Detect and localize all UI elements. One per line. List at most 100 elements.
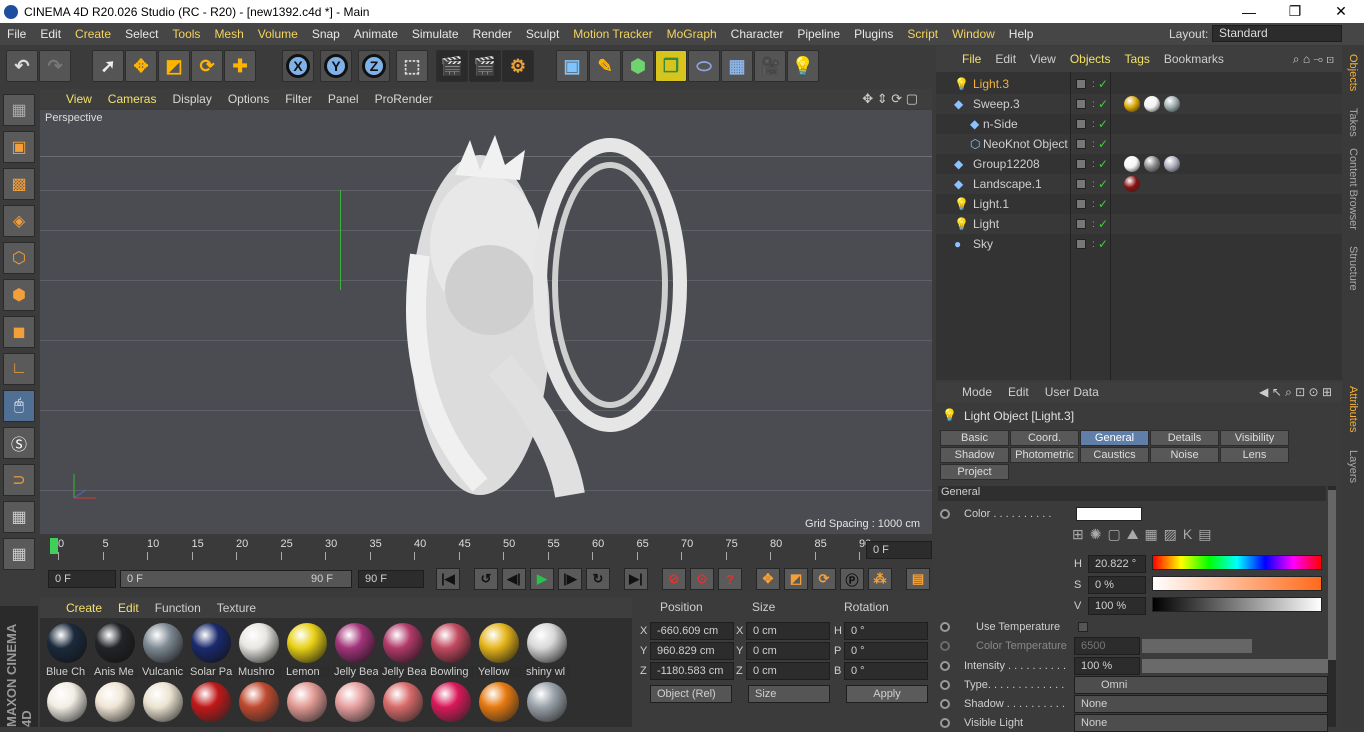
next-key-icon[interactable]: ↻ bbox=[586, 568, 610, 590]
material-preview-sphere[interactable] bbox=[527, 682, 567, 722]
tweak-mode-icon[interactable]: 🖱 bbox=[3, 390, 35, 422]
material-menu-edit[interactable]: Edit bbox=[118, 601, 139, 615]
position-field[interactable]: -1180.583 cm bbox=[650, 662, 734, 680]
render-settings-icon[interactable]: ⚙ bbox=[502, 50, 534, 82]
points-mode-icon[interactable]: ⬡ bbox=[3, 242, 35, 274]
material-preview-sphere[interactable] bbox=[383, 682, 423, 722]
shadow-anim-radio[interactable] bbox=[940, 699, 950, 709]
side-tab-takes[interactable]: Takes bbox=[1347, 108, 1359, 137]
color-swatch[interactable] bbox=[1076, 507, 1142, 521]
size-field[interactable]: 0 cm bbox=[746, 622, 830, 640]
visibility-toggle[interactable]: : bbox=[1092, 239, 1095, 250]
object-row[interactable]: 💡 Light.1: ✓ bbox=[936, 194, 1342, 214]
material-swatch[interactable]: Anis Me bbox=[92, 620, 138, 680]
enabled-check-icon[interactable]: ✓ bbox=[1098, 77, 1108, 91]
close-button[interactable]: ✕ bbox=[1318, 0, 1364, 23]
viewport-menu-prorender[interactable]: ProRender bbox=[375, 92, 433, 106]
subdivision-icon[interactable]: ⬢ bbox=[622, 50, 654, 82]
side-tab-objects[interactable]: Objects bbox=[1347, 54, 1359, 91]
record-icon[interactable]: ⊘ bbox=[662, 568, 686, 590]
saturation-slider[interactable] bbox=[1152, 576, 1322, 591]
key-scale-icon[interactable]: ◩ bbox=[784, 568, 808, 590]
use-temperature-checkbox[interactable] bbox=[1078, 622, 1088, 632]
saturation-field[interactable]: 0 % bbox=[1088, 576, 1146, 594]
deformer-icon[interactable]: ⬭ bbox=[688, 50, 720, 82]
visible-light-select[interactable]: None bbox=[1074, 714, 1328, 732]
material-swatch[interactable]: shiny wl bbox=[524, 620, 570, 680]
material-preview-sphere[interactable] bbox=[95, 682, 135, 722]
material-tag[interactable] bbox=[1144, 96, 1160, 112]
material-preview-sphere[interactable] bbox=[239, 682, 279, 722]
object-row[interactable]: ◆ Sweep.3: ✓ bbox=[936, 94, 1342, 114]
timeline-window-icon[interactable]: ▤ bbox=[906, 568, 930, 590]
keyframe-selection-icon[interactable]: ? bbox=[718, 568, 742, 590]
menu-create[interactable]: Create bbox=[68, 27, 118, 41]
menu-animate[interactable]: Animate bbox=[347, 27, 405, 41]
restore-button[interactable]: ❐ bbox=[1272, 0, 1318, 23]
material-swatch[interactable]: Solar Pa bbox=[188, 620, 234, 680]
attr-menu-mode[interactable]: Mode bbox=[962, 385, 992, 399]
material-menu-texture[interactable]: Texture bbox=[217, 601, 256, 615]
attr-tab-basic[interactable]: Basic bbox=[940, 430, 1009, 446]
camera-icon[interactable]: 🎥 bbox=[754, 50, 786, 82]
intensity-field[interactable]: 100 % bbox=[1074, 657, 1140, 675]
viewport-menu-options[interactable]: Options bbox=[228, 92, 269, 106]
cloner-icon[interactable]: ❒ bbox=[655, 50, 687, 82]
object-row[interactable]: 💡 Light.3: ✓ bbox=[936, 74, 1342, 94]
menu-pipeline[interactable]: Pipeline bbox=[790, 27, 847, 41]
visibility-toggle[interactable]: : bbox=[1092, 119, 1095, 130]
end-frame-field[interactable]: 90 F bbox=[358, 570, 424, 588]
minimize-button[interactable]: — bbox=[1226, 0, 1272, 23]
undo-icon[interactable]: ↶ bbox=[6, 50, 38, 82]
make-editable-icon[interactable]: ▦ bbox=[3, 94, 35, 126]
next-frame-icon[interactable]: |▶ bbox=[558, 568, 582, 590]
attr-tab-project[interactable]: Project bbox=[940, 464, 1009, 480]
key-parameter-icon[interactable]: Ⓟ bbox=[840, 568, 864, 590]
menu-render[interactable]: Render bbox=[466, 27, 519, 41]
enabled-check-icon[interactable]: ✓ bbox=[1098, 217, 1108, 231]
position-field[interactable]: 960.829 cm bbox=[650, 642, 734, 660]
material-preview-sphere[interactable] bbox=[431, 682, 471, 722]
timeline-ruler[interactable]: 051015202530354045505560657075808590 0 F bbox=[40, 536, 932, 564]
enabled-check-icon[interactable]: ✓ bbox=[1098, 117, 1108, 131]
layer-checkbox[interactable] bbox=[1076, 79, 1086, 89]
value-field[interactable]: 100 % bbox=[1088, 597, 1146, 615]
viewport-menu-filter[interactable]: Filter bbox=[285, 92, 312, 106]
attr-tab-noise[interactable]: Noise bbox=[1150, 447, 1219, 463]
material-swatch[interactable]: Lemon bbox=[284, 620, 330, 680]
rotation-field[interactable]: 0 ° bbox=[844, 622, 928, 640]
objmgr-search-icon[interactable]: ⌕ ⌂ ⊸ ⊡ bbox=[1293, 52, 1334, 67]
rotation-field[interactable]: 0 ° bbox=[844, 662, 928, 680]
use-temperature-anim-radio[interactable] bbox=[940, 622, 950, 632]
menu-mograph[interactable]: MoGraph bbox=[660, 27, 724, 41]
material-tag[interactable] bbox=[1164, 156, 1180, 172]
size-mode-select[interactable]: Size bbox=[748, 685, 830, 703]
object-row[interactable]: ⬡ NeoKnot Object: ✓ bbox=[936, 134, 1342, 154]
objmgr-menu-tags[interactable]: Tags bbox=[1125, 52, 1150, 66]
object-row[interactable]: ◆ n-Side: ✓ bbox=[936, 114, 1342, 134]
material-tag[interactable] bbox=[1124, 156, 1140, 172]
menu-script[interactable]: Script bbox=[900, 27, 945, 41]
material-tag[interactable] bbox=[1124, 96, 1140, 112]
attr-menu-user-data[interactable]: User Data bbox=[1045, 385, 1099, 399]
enabled-check-icon[interactable]: ✓ bbox=[1098, 137, 1108, 151]
coord-mode-select[interactable]: Object (Rel) bbox=[650, 685, 732, 703]
select-cursor-icon[interactable]: ➚ bbox=[92, 50, 124, 82]
play-icon[interactable]: ▶ bbox=[530, 568, 554, 590]
enabled-check-icon[interactable]: ✓ bbox=[1098, 97, 1108, 111]
objmgr-menu-objects[interactable]: Objects bbox=[1070, 52, 1111, 66]
perspective-viewport[interactable]: Perspective Grid Spacing : 1000 cm bbox=[40, 110, 932, 534]
object-row[interactable]: ◆ Group12208: ✓ bbox=[936, 154, 1342, 174]
visibility-toggle[interactable]: : bbox=[1092, 219, 1095, 230]
material-preview-sphere[interactable] bbox=[191, 682, 231, 722]
side-tab-structure[interactable]: Structure bbox=[1347, 246, 1359, 291]
visibility-toggle[interactable]: : bbox=[1092, 159, 1095, 170]
enabled-check-icon[interactable]: ✓ bbox=[1098, 197, 1108, 211]
menu-tools[interactable]: Tools bbox=[165, 27, 207, 41]
material-swatch[interactable]: Jelly Bea bbox=[332, 620, 378, 680]
lock-workplane-icon[interactable]: ▦ bbox=[3, 501, 35, 533]
type-select[interactable]: Omni bbox=[1074, 676, 1328, 694]
y-axis-lock-button[interactable]: Y bbox=[324, 54, 348, 78]
prev-key-icon[interactable]: ↺ bbox=[474, 568, 498, 590]
attr-tab-caustics[interactable]: Caustics bbox=[1080, 447, 1149, 463]
